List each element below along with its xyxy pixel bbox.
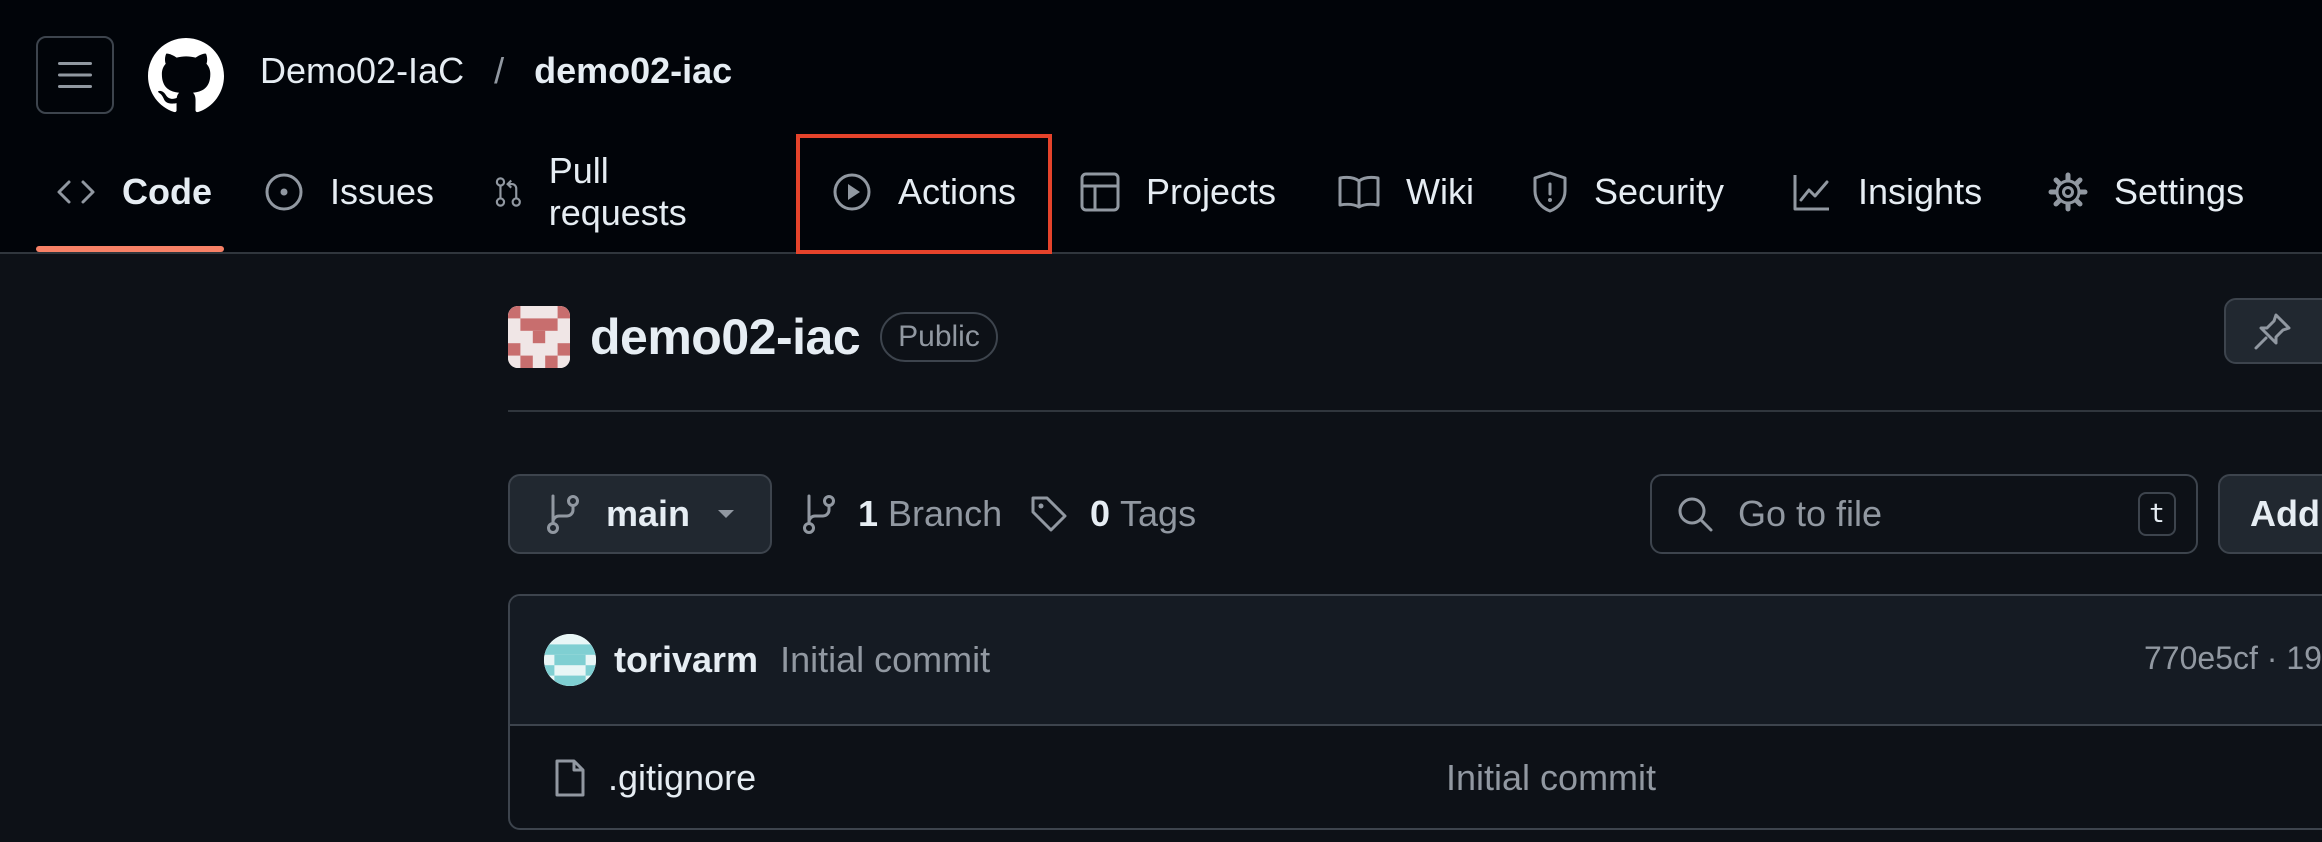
tab-code[interactable]: Code: [56, 132, 212, 252]
tab-pull-requests-label: Pull requests: [548, 150, 687, 233]
go-to-file-search[interactable]: Go to file t: [1650, 474, 2198, 554]
tab-wiki-label: Wiki: [1406, 171, 1474, 212]
tag-icon: [1031, 496, 1067, 532]
pin-button[interactable]: [2224, 298, 2322, 364]
branches-link[interactable]: 1 Branch: [802, 474, 1002, 554]
tab-pull-requests[interactable]: Pull requests: [494, 132, 698, 252]
commit-message-link[interactable]: Initial commit: [780, 639, 990, 681]
identicon-icon: [544, 634, 596, 686]
book-icon: [1338, 175, 1380, 209]
tab-projects-label: Projects: [1146, 171, 1277, 212]
tab-issues[interactable]: Issues: [264, 132, 434, 252]
branch-select-button[interactable]: main: [508, 474, 772, 554]
git-pull-request-icon: [495, 177, 521, 207]
tab-settings[interactable]: Settings: [2048, 132, 2244, 252]
repo-header-divider: [508, 410, 2322, 412]
file-icon: [555, 759, 585, 797]
code-icon: [57, 180, 95, 204]
file-commit-message-link[interactable]: Initial commit: [1446, 757, 1656, 799]
tags-link[interactable]: 0 Tags: [1030, 474, 1196, 554]
tab-insights-label: Insights: [1858, 171, 1983, 212]
breadcrumb: Demo02-IaC / demo02-iac: [260, 50, 732, 92]
tab-security-label: Security: [1594, 171, 1725, 212]
tab-security[interactable]: Security: [1532, 132, 1724, 252]
gear-icon: [2048, 172, 2088, 212]
branch-name: main: [606, 493, 691, 534]
repo-title[interactable]: demo02-iac: [590, 308, 861, 366]
commit-sha-and-time[interactable]: 770e5cf · 19: [2144, 640, 2322, 677]
git-branch-icon: [803, 494, 835, 534]
app-header: Demo02-IaC / demo02-iac Code Issues Pull…: [0, 0, 2322, 254]
tab-insights[interactable]: Insights: [1792, 132, 1982, 252]
breadcrumb-separator: /: [494, 50, 505, 91]
search-placeholder: Go to file: [1738, 493, 1883, 534]
tag-count: 0: [1090, 493, 1111, 534]
file-browser: torivarm Initial commit 770e5cf · 19 .gi…: [508, 594, 2322, 830]
hamburger-menu-button[interactable]: [36, 36, 114, 114]
tab-issues-label: Issues: [330, 171, 435, 212]
hamburger-icon: [58, 62, 92, 88]
tag-label: Tags: [1120, 493, 1197, 534]
visibility-badge: Public: [880, 312, 998, 362]
graph-icon: [1793, 175, 1829, 211]
triangle-down-icon: [718, 510, 735, 518]
latest-commit-row: torivarm Initial commit 770e5cf · 19: [510, 596, 2322, 726]
add-file-button[interactable]: Add: [2218, 474, 2322, 554]
tab-projects[interactable]: Projects: [1080, 132, 1276, 252]
add-file-label: Add: [2250, 493, 2320, 534]
repo-header: demo02-iac Public: [508, 306, 998, 368]
git-branch-icon: [547, 494, 579, 534]
keyboard-shortcut-hint: t: [2138, 492, 2176, 536]
github-logo-icon[interactable]: [148, 38, 224, 114]
breadcrumb-repo-link[interactable]: demo02-iac: [534, 50, 732, 92]
pin-icon: [2254, 313, 2291, 350]
tab-settings-label: Settings: [2114, 171, 2245, 212]
branch-count: 1: [858, 493, 879, 534]
identicon-icon: [508, 306, 570, 368]
file-name-link[interactable]: .gitignore: [608, 757, 756, 799]
active-tab-underline: [36, 246, 224, 252]
shield-icon: [1533, 171, 1567, 213]
commit-author-link[interactable]: torivarm: [614, 639, 758, 681]
issue-opened-icon: [265, 173, 303, 211]
search-icon: [1678, 497, 1713, 532]
repo-owner-avatar[interactable]: [508, 306, 570, 368]
list-item[interactable]: .gitignore Initial commit: [510, 726, 2322, 828]
branch-label: Branch: [888, 493, 1003, 534]
breadcrumb-owner-link[interactable]: Demo02-IaC: [260, 50, 464, 92]
tab-wiki[interactable]: Wiki: [1338, 132, 1474, 252]
avatar[interactable]: [544, 634, 596, 686]
tab-code-label: Code: [122, 171, 212, 212]
actions-highlight-box: [796, 134, 1052, 254]
table-icon: [1080, 172, 1120, 212]
